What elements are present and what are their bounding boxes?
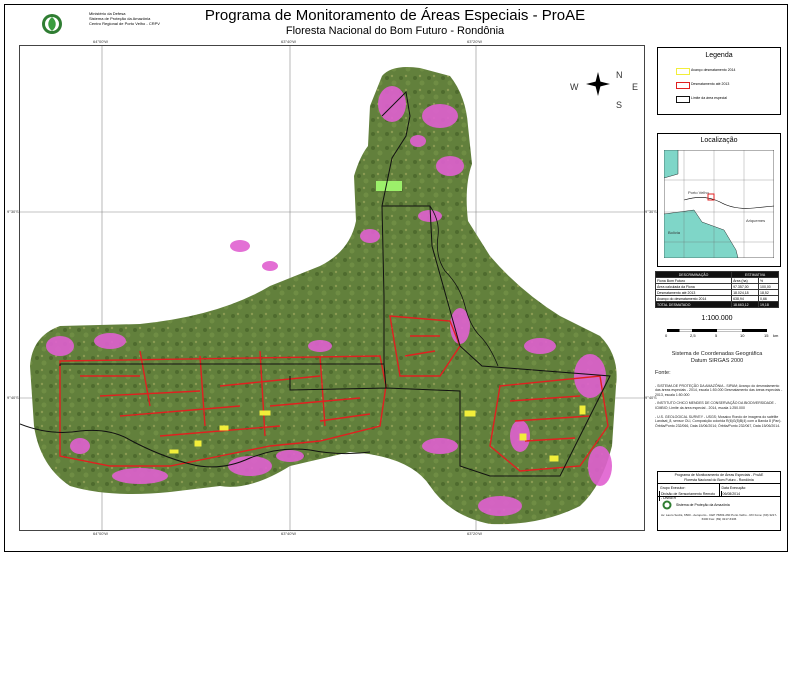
stats-total-row: TOTAL DESMATADO 18.663,12 19,18 xyxy=(654,301,779,308)
east-label: E xyxy=(632,82,639,92)
north-label: N xyxy=(616,70,623,80)
west-label: W xyxy=(570,82,579,92)
coord-label: 63°20'W xyxy=(467,531,483,536)
map-subtitle: Floresta Nacional do Bom Futuro - Rondôn… xyxy=(285,25,505,37)
scale-bar xyxy=(667,329,767,332)
organization-block: Ministério da Defesa Sistema de Proteção… xyxy=(89,11,160,26)
location-label: Ariquemes xyxy=(746,218,766,223)
scale-tick: 5 xyxy=(715,333,718,338)
author-cell: Grupo Executor: Divisão de Sensoriamento… xyxy=(658,484,719,501)
stats-cell: TOTAL DESMATADO xyxy=(654,301,733,308)
coord-label: 9°30'S xyxy=(7,209,19,214)
title-block: Programa de Monitoramento de Áreas Espec… xyxy=(657,471,781,531)
source-entry: - INSTITUTO CHICO MENDES DE CONSERVAÇÃO … xyxy=(655,401,776,410)
coord-label: 63°20'W xyxy=(467,39,483,44)
sipam-logo xyxy=(41,13,63,35)
coord-label: 63°40'W xyxy=(281,531,297,536)
sipam-small-logo xyxy=(662,500,672,510)
coord-label: 63°40'W xyxy=(281,39,297,44)
coord-label: 9°40'S xyxy=(7,395,19,400)
coordinate-system: Sistema de Coordenadas Geográfica Datum … xyxy=(655,351,779,365)
crs-line: Datum SIRGAS 2000 xyxy=(690,358,744,364)
location-title: Localização xyxy=(700,137,738,144)
legend-swatch xyxy=(676,82,690,89)
coord-label: 9°30'S xyxy=(645,209,657,214)
legend-swatch xyxy=(676,68,690,75)
map-sheet: Ministério da Defesa Sistema de Proteção… xyxy=(4,4,788,552)
south-label: S xyxy=(616,100,623,110)
title-block-footer: Av. Lauro Sodré, 6500 - Aeroporto - CEP … xyxy=(660,513,778,521)
legend-title: Legenda xyxy=(705,52,733,59)
logo-text: Sistema de Proteção da Amazônia xyxy=(676,503,730,507)
date-cell: Data Execução: 06/08/2014 xyxy=(718,484,781,497)
legend-label: Avanço desmatamento 2014 xyxy=(691,68,736,72)
scale-tick: 0 xyxy=(665,333,668,338)
location-label: Porto Velho xyxy=(688,190,709,195)
location-map xyxy=(664,150,774,258)
main-map[interactable]: N S E W xyxy=(19,45,645,531)
scale-unit: km xyxy=(773,333,779,338)
location-inset: Localização Porto Velho Ariquemes Bolívi… xyxy=(657,133,781,267)
scale-tick: 15 xyxy=(764,333,769,338)
location-label: Bolívia xyxy=(668,230,681,235)
stats-cell: 18.663,12 xyxy=(731,301,760,308)
org-line: Centro Regional de Porto Velho - CRPV xyxy=(89,21,160,26)
satellite-image-area xyxy=(30,67,617,525)
stats-table: DESCRIMINAÇÃO ESTIMATIVA Flona Bom Futur… xyxy=(654,271,779,308)
north-arrow xyxy=(586,72,610,96)
legend-swatch xyxy=(676,96,690,103)
coord-label: 64°00'W xyxy=(93,531,109,536)
source-entry: - SISTEMA DE PROTEÇÃO DA AMAZÔNIA - SIPA… xyxy=(655,383,783,397)
legend-panel: Legenda Avanço desmatamento 2014 Desmata… xyxy=(657,47,781,115)
sources-heading: Fonte: xyxy=(655,370,671,376)
date-value: 06/08/2014 xyxy=(720,491,780,497)
scale-tick: 2,5 xyxy=(690,333,696,338)
cleared-field xyxy=(376,181,402,191)
sources-block: Fonte: - SISTEMA DE PROTEÇÃO DA AMAZÔNIA… xyxy=(655,370,783,432)
crs-line: Sistema de Coordenadas Geográfica xyxy=(671,351,763,357)
scale-text: 1:100.000 xyxy=(701,315,733,322)
coord-label: 64°00'W xyxy=(93,39,109,44)
deforestation-stats: DESCRIMINAÇÃO ESTIMATIVA Flona Bom Futur… xyxy=(654,271,779,308)
scale-tick: 10 xyxy=(740,333,745,338)
legend-label: Limite da área especial xyxy=(691,96,727,100)
map-title: Programa de Monitoramento de Áreas Espec… xyxy=(204,7,586,24)
title-block-meta: Grupo Executor: Divisão de Sensoriamento… xyxy=(658,484,781,501)
title-block-line: Programa de Monitoramento de Áreas Espec… xyxy=(674,473,764,477)
stats-cell: 19,18 xyxy=(758,301,779,308)
title-block-line: Floresta Nacional do Bom Futuro - Rondôn… xyxy=(684,477,754,482)
source-entry: - U.S. GEOLOGICAL SURVEY - USGS; Mosaico… xyxy=(655,414,782,428)
title-block-header: Programa de Monitoramento de Áreas Espec… xyxy=(658,472,780,484)
legend-label: Desmatamento até 2013 xyxy=(691,82,730,86)
